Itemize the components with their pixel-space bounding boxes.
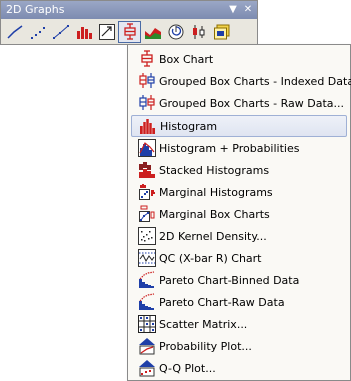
probability-plot-icon xyxy=(138,337,156,355)
vector-plot-button[interactable] xyxy=(95,21,118,43)
toolbar-window-2d-graphs: 2D Graphs ▼ ✕ xyxy=(0,0,258,45)
menu-item-label: Histogram + Probabilities xyxy=(159,141,300,155)
stacked-histograms-icon xyxy=(138,161,156,179)
pareto-binned-icon xyxy=(138,271,156,289)
menu-item-box-chart[interactable]: Box Chart xyxy=(131,48,347,70)
marginal-box-charts-icon xyxy=(138,205,156,223)
template-icon xyxy=(213,24,229,40)
polar-chart-button[interactable] xyxy=(164,21,187,43)
menu-item-qc-chart[interactable]: QC (X-bar R) Chart xyxy=(131,247,347,269)
toolbar-close-icon[interactable]: ✕ xyxy=(241,2,255,17)
toolbar-buttons xyxy=(3,21,233,43)
scatter-plot-icon xyxy=(30,27,45,39)
menu-item-histogram-probabilities[interactable]: Histogram + Probabilities xyxy=(131,137,347,159)
menu-item-label: Histogram xyxy=(160,119,218,133)
menu-item-label: Stacked Histograms xyxy=(159,163,270,177)
line-symbol-icon xyxy=(52,25,69,39)
menu-item-marginal-histograms[interactable]: Marginal Histograms xyxy=(131,181,347,203)
menu-item-label: Probability Plot... xyxy=(159,339,252,353)
area-chart-button[interactable] xyxy=(141,21,164,43)
line-symbol-button[interactable] xyxy=(49,21,72,43)
qq-plot-icon xyxy=(138,359,156,377)
box-chart-dropdown-menu: Box Chart Grouped Box Charts - Indexed D… xyxy=(127,44,351,381)
line-plot-button[interactable] xyxy=(3,21,26,43)
menu-item-histogram[interactable]: Histogram xyxy=(131,115,347,137)
menu-item-label: Marginal Histograms xyxy=(159,185,273,199)
column-chart-button[interactable] xyxy=(72,21,95,43)
hi-lo-chart-button[interactable] xyxy=(187,21,210,43)
marginal-histograms-icon xyxy=(138,183,156,201)
menu-item-pareto-binned[interactable]: Pareto Chart-Binned Data xyxy=(131,269,347,291)
menu-item-pareto-raw[interactable]: Pareto Chart-Raw Data xyxy=(131,291,347,313)
toolbar-options-icon[interactable]: ▼ xyxy=(226,2,240,17)
menu-item-label: Grouped Box Charts - Indexed Data... xyxy=(159,74,351,88)
scatter-matrix-icon xyxy=(138,315,156,333)
menu-item-label: Grouped Box Charts - Raw Data... xyxy=(159,96,344,110)
pareto-raw-icon xyxy=(138,293,156,311)
menu-item-scatter-matrix[interactable]: Scatter Matrix... xyxy=(131,313,347,335)
menu-item-label: Q-Q Plot... xyxy=(159,361,216,375)
menu-item-probability-plot[interactable]: Probability Plot... xyxy=(131,335,347,357)
grouped-box-indexed-icon xyxy=(138,72,156,90)
menu-item-grouped-box-raw[interactable]: Grouped Box Charts - Raw Data... xyxy=(131,92,347,114)
scatter-plot-button[interactable] xyxy=(26,21,49,43)
area-chart-icon xyxy=(144,28,161,39)
column-chart-icon xyxy=(76,27,92,39)
menu-item-stacked-histograms[interactable]: Stacked Histograms xyxy=(131,159,347,181)
toolbar-title-bar[interactable]: 2D Graphs ▼ ✕ xyxy=(1,1,257,19)
vector-plot-icon xyxy=(98,24,115,40)
menu-item-label: Scatter Matrix... xyxy=(159,317,248,331)
hi-lo-chart-icon xyxy=(192,25,204,39)
menu-item-label: Marginal Box Charts xyxy=(159,207,270,221)
kernel-density-icon xyxy=(138,227,156,245)
toolbar-title: 2D Graphs xyxy=(6,3,65,16)
menu-item-label: Box Chart xyxy=(159,52,214,66)
histogram-icon xyxy=(139,117,157,135)
box-chart-icon xyxy=(123,23,136,40)
menu-item-label: Pareto Chart-Raw Data xyxy=(159,295,285,309)
menu-item-marginal-box-charts[interactable]: Marginal Box Charts xyxy=(131,203,347,225)
box-chart-icon xyxy=(138,50,156,68)
menu-item-2d-kernel-density[interactable]: 2D Kernel Density... xyxy=(131,225,347,247)
line-plot-icon xyxy=(6,25,22,39)
template-button[interactable] xyxy=(210,21,233,43)
menu-item-qq-plot[interactable]: Q-Q Plot... xyxy=(131,357,347,379)
box-chart-button[interactable] xyxy=(118,21,141,43)
polar-chart-icon xyxy=(168,24,183,40)
menu-item-label: 2D Kernel Density... xyxy=(159,229,267,243)
histogram-probabilities-icon xyxy=(138,139,156,157)
menu-item-grouped-box-indexed[interactable]: Grouped Box Charts - Indexed Data... xyxy=(131,70,351,92)
qc-chart-icon xyxy=(138,249,156,267)
grouped-box-raw-icon xyxy=(138,94,156,112)
menu-item-label: QC (X-bar R) Chart xyxy=(159,251,262,265)
menu-item-label: Pareto Chart-Binned Data xyxy=(159,273,300,287)
